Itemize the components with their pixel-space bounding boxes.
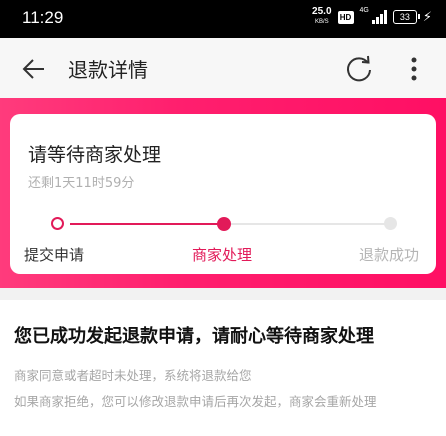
signal-icon <box>371 10 387 24</box>
status-bar: 11:29 25.0 KB/S HD 4G 33 ⚡ <box>0 0 446 38</box>
step-label-refunded: 退款成功 <box>359 246 420 264</box>
network-speed-unit: KB/S <box>314 19 329 25</box>
status-icons: 25.0 KB/S HD 4G 33 ⚡ <box>312 7 432 27</box>
time-remaining: 还剩1天11时59分 <box>28 176 135 191</box>
progress-line-done <box>70 223 223 225</box>
status-time: 11:29 <box>22 8 64 27</box>
charging-icon: ⚡ <box>422 9 432 25</box>
hd-icon: HD <box>337 10 354 24</box>
step-label-processing: 商家处理 <box>192 246 253 264</box>
step-label-submitted: 提交申请 <box>24 246 85 264</box>
step-dot-refunded <box>384 217 397 230</box>
page-title: 退款详情 <box>68 58 148 82</box>
step-dot-processing <box>217 217 231 231</box>
network-type: 4G <box>359 7 369 14</box>
refresh-icon[interactable] <box>344 54 374 84</box>
more-icon[interactable] <box>404 54 424 84</box>
back-arrow-icon[interactable] <box>20 55 48 83</box>
progress-card: 请等待商家处理 还剩1天11时59分 提交申请 商家处理 退款成功 <box>10 114 436 274</box>
network-speed-value: 25.0 <box>312 6 332 17</box>
header-bar: 退款详情 <box>0 38 446 98</box>
info-section: 您已成功发起退款申请，请耐心等待商家处理 商家同意或者超时未处理，系统将退款给您… <box>0 300 446 436</box>
card-title: 请等待商家处理 <box>28 144 162 166</box>
battery-icon: 33 <box>392 10 420 24</box>
battery-level: 33 <box>399 12 410 22</box>
step-dot-submitted <box>51 217 64 230</box>
info-line-1: 商家同意或者超时未处理，系统将退款给您 <box>14 368 252 383</box>
progress-line-pending <box>229 223 396 225</box>
network-speed: 25.0 KB/S <box>312 7 331 27</box>
info-line-2: 如果商家拒绝，您可以修改退款申请后再次发起，商家会重新处理 <box>14 394 377 409</box>
info-headline: 您已成功发起退款申请，请耐心等待商家处理 <box>14 326 374 347</box>
